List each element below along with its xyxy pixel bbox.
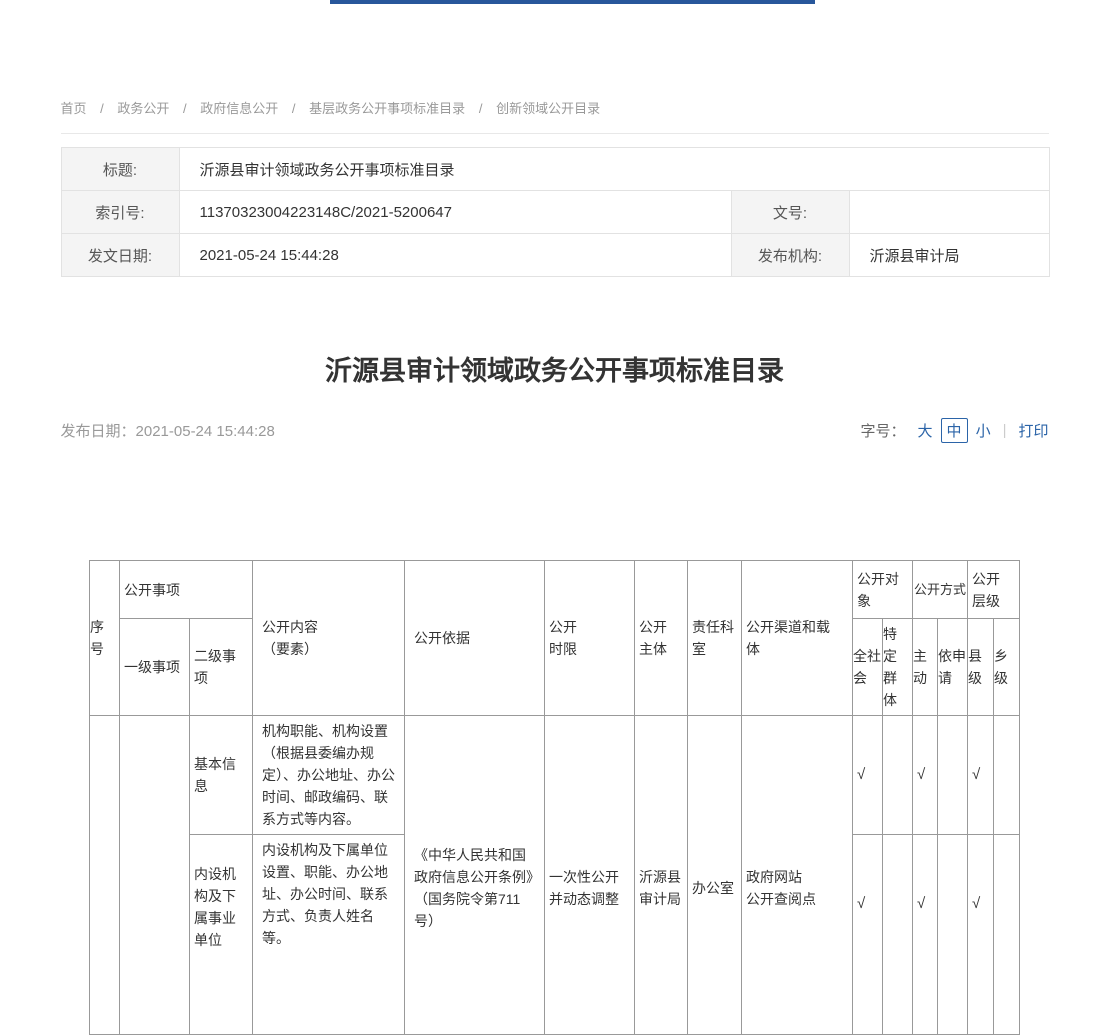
header-seq: 序 号 (89, 561, 119, 716)
breadcrumb-xinxi[interactable]: 政府信息公开 (200, 101, 278, 116)
cell-basis: 《中华人民共和国政府信息公开条例》（国务院令第711号） (404, 716, 544, 1035)
cell-check-audience-all: √ (852, 835, 882, 1035)
header-item: 公开事项 (119, 561, 252, 619)
publish-date-label: 发布日期： (61, 423, 136, 440)
header-level: 公开 层级 (968, 561, 1020, 619)
fontsize-label: 字号： (861, 420, 906, 441)
breadcrumb-separator: / (100, 101, 104, 116)
cell-check-level-county: √ (968, 835, 994, 1035)
print-button[interactable]: 打印 (1018, 420, 1048, 441)
meta-index-label: 索引号: (61, 191, 179, 234)
cell-content: 机构职能、机构设置（根据县委编办规定）、办公地址、办公时间、邮政编码、联系方式等… (252, 716, 404, 835)
header-department: 责任科 室 (687, 561, 741, 716)
header-audience: 公开对 象 (852, 561, 912, 619)
header-method-active: 主 动 (912, 619, 937, 716)
meta-title-value: 沂源县审计领域政务公开事项标准目录 (179, 148, 1049, 191)
breadcrumb-separator: / (292, 101, 296, 116)
header-method: 公开方式 (912, 561, 967, 619)
cell-check-method-active: √ (912, 835, 937, 1035)
publish-date: 发布日期：2021-05-24 15:44:28 (61, 420, 275, 441)
font-print-tools: 字号： 大 中 小 | 打印 (861, 418, 1049, 443)
cell-check-audience-specific (882, 835, 912, 1035)
cell-check-level-town (994, 835, 1020, 1035)
breadcrumb-separator: / (479, 101, 483, 116)
meta-date-value: 2021-05-24 15:44:28 (179, 234, 731, 277)
meta-docnum-label: 文号: (731, 191, 849, 234)
cell-check-method-request (937, 835, 967, 1035)
cell-channel: 政府网站 公开查阅点 (741, 716, 852, 1035)
cell-content: 内设机构及下属单位设置、职能、办公地址、办公时间、联系方式、负责人姓名等。 (252, 835, 404, 1035)
header-level-county: 县 级 (968, 619, 994, 716)
cell-check-audience-specific (882, 716, 912, 835)
header-content: 公开内容 （要素） (252, 561, 404, 716)
cell-check-level-county: √ (968, 716, 994, 835)
breadcrumb-jiceng[interactable]: 基层政务公开事项标准目录 (309, 101, 465, 116)
page-title: 沂源县审计领域政务公开事项标准目录 (61, 349, 1049, 388)
meta-index-value: 11370323004223148C/2021-5200647 (179, 191, 731, 234)
cell-check-method-request (937, 716, 967, 835)
cell-check-level-town (994, 716, 1020, 835)
meta-docnum-value (849, 191, 1049, 234)
cell-seq (89, 716, 119, 1035)
cell-check-method-active: √ (912, 716, 937, 835)
meta-org-value: 沂源县审计局 (849, 234, 1049, 277)
catalog-table: 序 号 公开事项 公开内容 （要素） 公开依据 公开 时限 公开 主体 责任科 … (89, 560, 1020, 1035)
cell-subject: 沂源县审计局 (634, 716, 687, 1035)
publish-date-value: 2021-05-24 15:44:28 (136, 423, 275, 440)
cell-level1 (119, 716, 189, 1035)
cell-level2: 内设机构及下属事业单位 (189, 835, 252, 1035)
header-level1: 一级事项 (119, 619, 189, 716)
header-audience-all: 全社 会 (852, 619, 882, 716)
page-container: 首页 / 政务公开 / 政府信息公开 / 基层政务公开事项标准目录 / 创新领域… (61, 0, 1049, 1035)
header-method-request: 依申 请 (937, 619, 967, 716)
cell-check-audience-all: √ (852, 716, 882, 835)
breadcrumb-home[interactable]: 首页 (61, 101, 87, 116)
header-basis: 公开依据 (404, 561, 544, 716)
fontsize-large-button[interactable]: 大 (918, 420, 933, 441)
tools-divider: | (1003, 422, 1007, 439)
meta-title-label: 标题: (61, 148, 179, 191)
header-channel: 公开渠道和载 体 (741, 561, 852, 716)
header-deadline: 公开 时限 (544, 561, 634, 716)
breadcrumb-separator: / (183, 101, 187, 116)
breadcrumb-zhengwu[interactable]: 政务公开 (117, 101, 169, 116)
fontsize-small-button[interactable]: 小 (976, 420, 991, 441)
header-level-town: 乡 级 (994, 619, 1020, 716)
meta-date-label: 发文日期: (61, 234, 179, 277)
header-audience-specific: 特 定 群 体 (882, 619, 912, 716)
fontsize-medium-button[interactable]: 中 (941, 418, 968, 443)
document-meta-table: 标题: 沂源县审计领域政务公开事项标准目录 索引号: 1137032300422… (61, 147, 1050, 277)
breadcrumb-current: 创新领域公开目录 (496, 101, 600, 116)
top-nav-bar-remnant (330, 0, 815, 4)
cell-deadline: 一次性公开并动态调整 (544, 716, 634, 1035)
cell-level2: 基本信息 (189, 716, 252, 835)
cell-department: 办公室 (687, 716, 741, 1035)
header-subject: 公开 主体 (634, 561, 687, 716)
breadcrumb: 首页 / 政务公开 / 政府信息公开 / 基层政务公开事项标准目录 / 创新领域… (61, 98, 1049, 134)
header-level2: 二级事 项 (189, 619, 252, 716)
meta-org-label: 发布机构: (731, 234, 849, 277)
publish-toolbar: 发布日期：2021-05-24 15:44:28 字号： 大 中 小 | 打印 (61, 418, 1049, 443)
